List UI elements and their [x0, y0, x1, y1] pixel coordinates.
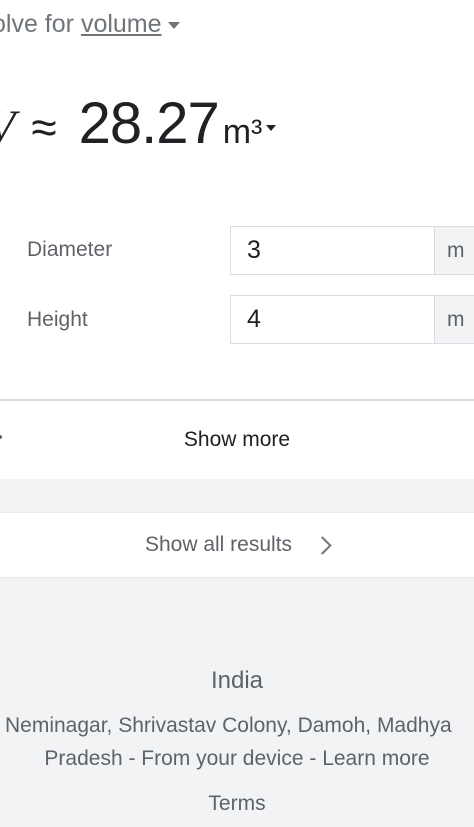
from-your-device-link[interactable]: From your device [141, 747, 303, 770]
footer-country: India [210, 667, 264, 694]
show-more-button[interactable]: Show more [0, 401, 474, 479]
show-all-results-label: Show all results [144, 533, 293, 556]
height-unit-selector[interactable]: m [434, 295, 474, 344]
result-unit-selector[interactable]: m³ [223, 113, 263, 152]
show-all-results-link[interactable]: Show all results [0, 512, 474, 578]
separator: - [303, 747, 323, 770]
solve-for-volume-link[interactable]: volume [81, 10, 162, 38]
height-label: Height [27, 308, 88, 331]
diameter-unit-selector[interactable]: m [434, 226, 474, 275]
result-value: 28.27 [78, 91, 220, 156]
learn-more-link[interactable]: Learn more [322, 747, 429, 770]
calculation-result: V ≈ 28.27 m³ [0, 90, 277, 157]
height-input[interactable]: 4 [230, 295, 434, 344]
footer-location: Neminagar, Shrivastav Colony, Damoh, Mad… [5, 714, 452, 737]
footer-location-line2: Pradesh - From your device - Learn more [0, 747, 474, 771]
diameter-input[interactable]: 3 [230, 226, 434, 275]
result-symbol: V [0, 100, 15, 155]
dropdown-caret-icon[interactable] [167, 21, 180, 29]
approx-sign: ≈ [31, 101, 57, 153]
diameter-label: Diameter [27, 238, 113, 261]
section-gap [0, 479, 474, 512]
terms-link[interactable]: Terms [0, 792, 474, 816]
solve-for-selector[interactable]: olve for volume [0, 10, 180, 39]
unit-caret-icon[interactable] [266, 124, 277, 131]
solve-for-prefix: olve for [0, 10, 74, 38]
footer: India Neminagar, Shrivastav Colony, Damo… [0, 578, 474, 827]
location-line2-text: Pradesh - [44, 747, 142, 770]
chevron-right-icon [313, 535, 332, 555]
